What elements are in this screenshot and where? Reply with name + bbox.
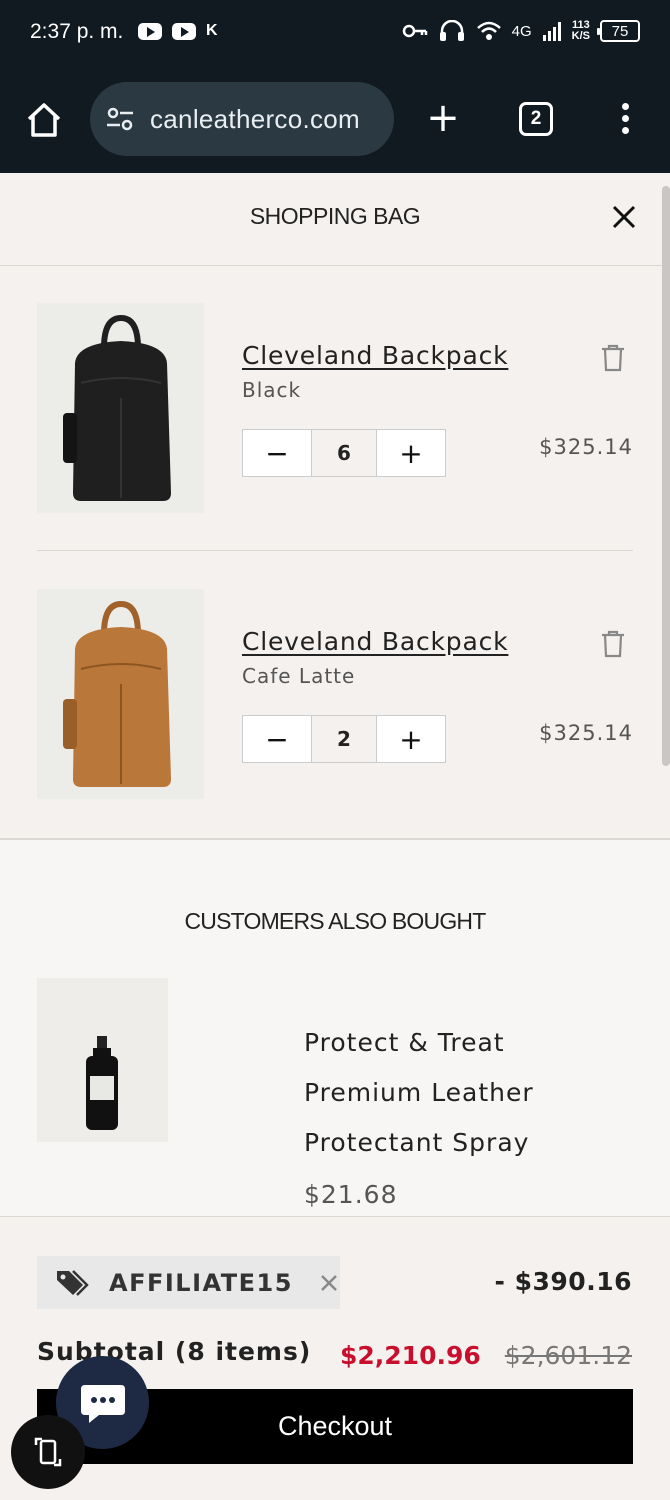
- product-name-link[interactable]: Cleveland Backpack: [242, 627, 508, 656]
- upsell-product-image[interactable]: [37, 978, 168, 1142]
- notification-icons: K: [138, 22, 218, 40]
- discount-code: AFFILIATE15: [109, 1268, 293, 1297]
- tab-switcher-button[interactable]: 2: [519, 102, 553, 136]
- upsell-section: CUSTOMERS ALSO BOUGHT Protect & Treat Pr…: [0, 838, 670, 1218]
- discount-code-chip: AFFILIATE15: [37, 1256, 340, 1309]
- system-icons: 4G 113 K/S 75: [402, 20, 640, 42]
- subtotal-price: $2,210.96: [340, 1341, 481, 1370]
- trash-icon[interactable]: [599, 343, 627, 373]
- network-type: 4G: [511, 22, 532, 40]
- quantity-stepper: − 6 +: [242, 429, 446, 477]
- rotate-icon: [34, 1437, 62, 1467]
- subtotal-original-price: $2,601.12: [504, 1341, 632, 1370]
- discount-amount: - $390.16: [494, 1267, 632, 1296]
- remove-discount-icon[interactable]: [319, 1273, 339, 1293]
- close-icon[interactable]: [610, 203, 638, 231]
- cart-header: SHOPPING BAG: [0, 173, 662, 266]
- trash-icon[interactable]: [599, 629, 627, 659]
- product-name-link[interactable]: Cleveland Backpack: [242, 341, 508, 370]
- chat-icon: [80, 1384, 125, 1423]
- spray-bottle-image: [86, 1036, 118, 1130]
- backpack-image: [63, 314, 171, 501]
- overflow-menu-icon[interactable]: [610, 100, 640, 140]
- signal-icon: [542, 22, 561, 41]
- decrease-quantity-button[interactable]: −: [243, 430, 311, 476]
- item-divider: [37, 550, 633, 551]
- tag-icon: [57, 1269, 89, 1296]
- wifi-icon: [476, 21, 501, 40]
- headset-icon: [439, 20, 464, 41]
- kick-icon: K: [206, 22, 218, 39]
- rotate-screen-button[interactable]: [11, 1415, 85, 1489]
- url-text[interactable]: canleatherco.com: [150, 104, 380, 135]
- line-item-price: $325.14: [539, 435, 633, 459]
- scrollbar[interactable]: [662, 186, 670, 766]
- product-variant: Black: [242, 378, 302, 402]
- increase-quantity-button[interactable]: +: [377, 430, 445, 476]
- home-icon[interactable]: [24, 100, 64, 140]
- cart-line-item: Cleveland Backpack Black − 6 + $325.14: [37, 303, 633, 518]
- youtube-icon: [138, 22, 162, 40]
- cart-line-item: Cleveland Backpack Cafe Latte − 2 + $325…: [37, 589, 633, 804]
- upsell-product-price: $21.68: [304, 1180, 398, 1209]
- product-image[interactable]: [37, 303, 204, 513]
- key-icon: [402, 24, 427, 38]
- new-tab-icon[interactable]: +: [423, 98, 463, 138]
- status-bar: 2:37 p. m. K 4G 113 K/S 75: [0, 0, 670, 70]
- youtube-icon: [172, 22, 196, 40]
- line-item-price: $325.14: [539, 721, 633, 745]
- battery-icon: 75: [597, 20, 640, 42]
- quantity-value[interactable]: 2: [311, 716, 377, 762]
- upsell-title: CUSTOMERS ALSO BOUGHT: [184, 908, 486, 934]
- increase-quantity-button[interactable]: +: [377, 716, 445, 762]
- net-speed: 113 K/S: [571, 19, 590, 42]
- quantity-stepper: − 2 +: [242, 715, 446, 763]
- cart-title: SHOPPING BAG: [249, 203, 421, 229]
- upsell-product-name[interactable]: Protect & Treat Premium Leather Protecta…: [304, 1018, 624, 1168]
- product-variant: Cafe Latte: [242, 664, 356, 688]
- backpack-image: [63, 600, 171, 787]
- browser-toolbar: canleatherco.com + 2: [0, 70, 670, 173]
- site-settings-icon[interactable]: [104, 103, 136, 135]
- status-time: 2:37 p. m.: [30, 20, 124, 43]
- product-image[interactable]: [37, 589, 204, 799]
- decrease-quantity-button[interactable]: −: [243, 716, 311, 762]
- address-bar[interactable]: canleatherco.com: [90, 82, 394, 156]
- quantity-value[interactable]: 6: [311, 430, 377, 476]
